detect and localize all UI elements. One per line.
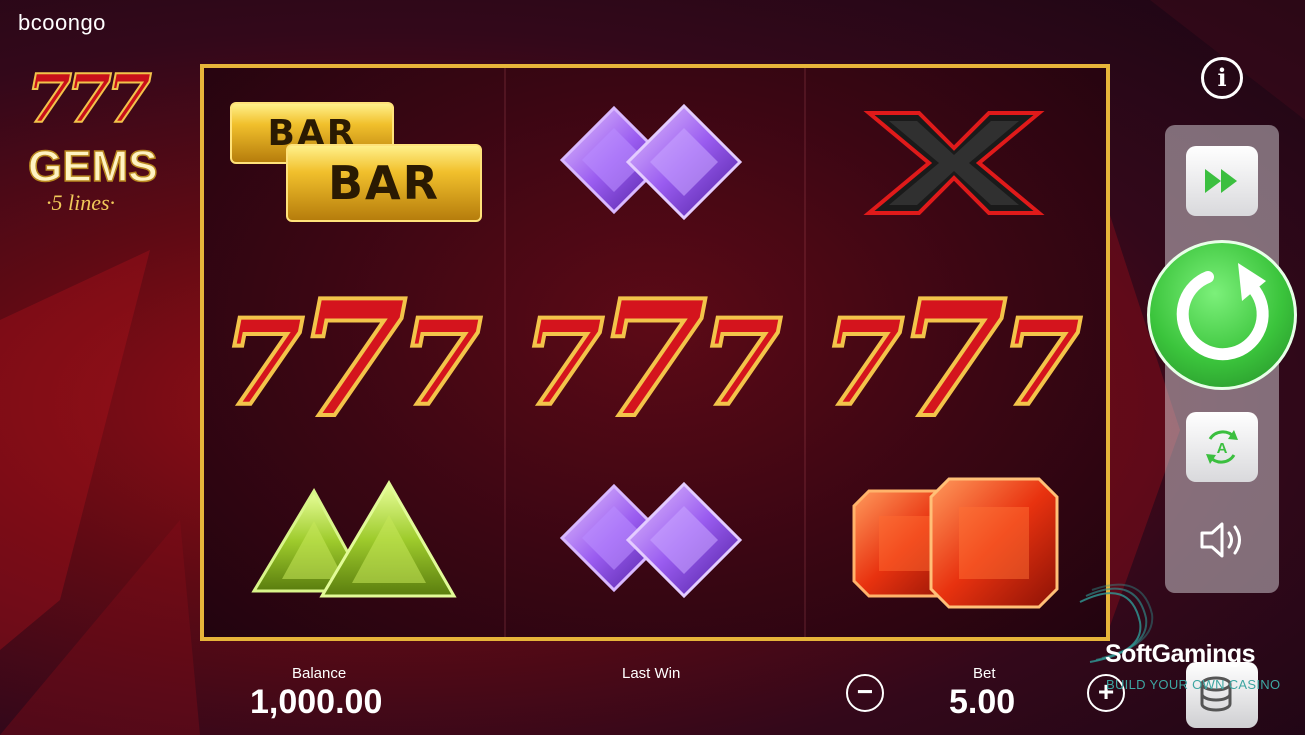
symbol-777: 7 7 7 (504, 257, 804, 455)
seven-right: 7 (398, 291, 484, 434)
reel-frame: BAR BAR 7 7 7 7 7 7 7 7 7 (200, 64, 1110, 641)
symbol-black-x (804, 68, 1104, 257)
seven-left: 7 (520, 291, 606, 434)
purple-gem-icon (559, 481, 743, 598)
seven-left: 7 (220, 291, 306, 434)
spin-icon (1176, 263, 1269, 361)
game-logo: 777 GEMS ·5 lines· (20, 59, 188, 230)
bet-label: Bet (973, 665, 996, 682)
logo-777: 777 (25, 59, 153, 139)
autoplay-label: A (1217, 440, 1228, 457)
balance-value: 1,000.00 (250, 683, 383, 721)
seven-center: 7 (894, 263, 1009, 455)
last-win-label: Last Win (622, 665, 681, 682)
seven-right: 7 (698, 291, 784, 434)
bar-plate-front: BAR (286, 144, 482, 222)
seven-center: 7 (594, 263, 709, 455)
balance-label: Balance (292, 665, 347, 682)
logo-gems: GEMS (27, 141, 158, 192)
speaker-icon (1200, 522, 1241, 558)
symbol-green-gems (204, 446, 504, 635)
watermark-subtitle: BUILD YOUR OWN CASINO (1106, 677, 1281, 692)
fast-play-button[interactable] (1186, 146, 1258, 216)
symbol-bar-bar: BAR BAR (204, 68, 504, 257)
purple-gem-icon (559, 103, 743, 220)
seven-right: 7 (998, 291, 1084, 434)
brand-logo: bcoongo (18, 10, 106, 35)
logo-lines: ·5 lines· (46, 190, 116, 215)
softgamings-logo (1079, 583, 1154, 663)
watermark-title: SoftGamings (1105, 640, 1256, 668)
spin-button[interactable] (1147, 240, 1297, 390)
seven-left: 7 (820, 291, 906, 434)
autoplay-button[interactable]: A (1186, 412, 1258, 482)
symbol-purple-gems (504, 68, 804, 257)
seven-center: 7 (294, 263, 409, 455)
sound-button[interactable] (1198, 518, 1248, 562)
red-gem-icon (852, 477, 1059, 608)
symbol-777: 7 7 7 (804, 257, 1104, 455)
autoplay-icon: A (1206, 430, 1238, 464)
green-gem-icon (251, 479, 457, 597)
symbol-777: 7 7 7 (204, 257, 504, 455)
x-icon (863, 110, 1045, 215)
bet-value: 5.00 (949, 683, 1016, 721)
symbol-red-gems (804, 446, 1104, 635)
fast-forward-icon (1205, 169, 1237, 193)
decrease-bet-button[interactable]: − (846, 674, 884, 712)
symbol-purple-gems (504, 446, 804, 635)
info-button[interactable]: i (1201, 57, 1243, 99)
